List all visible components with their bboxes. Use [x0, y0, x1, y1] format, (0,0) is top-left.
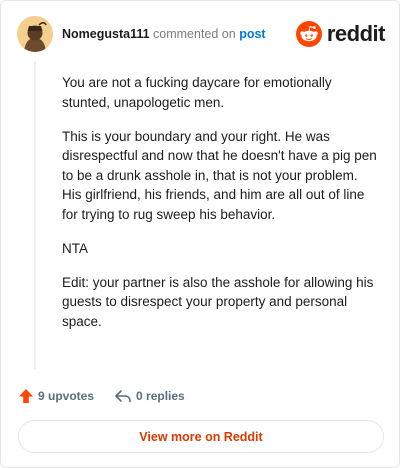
comment-paragraph: You are not a fucking daycare for emotio…	[62, 75, 332, 110]
author-line: Nomegusta111 commented on post	[62, 27, 266, 41]
avatar[interactable]	[17, 16, 53, 52]
thread-line	[34, 61, 36, 369]
comment-embed-card: Nomegusta111 commented on post reddit Yo…	[0, 0, 400, 468]
comment-paragraph: Edit: your partner is also the asshole f…	[62, 274, 374, 329]
reddit-wordmark: reddit	[326, 21, 386, 46]
comment-paragraph: NTA	[62, 240, 88, 256]
reddit-snoo-icon	[295, 21, 322, 47]
comment-header: Nomegusta111 commented on post reddit	[17, 16, 386, 52]
commented-on-text: commented on	[153, 27, 236, 41]
view-more-button[interactable]: View more on Reddit	[18, 420, 384, 453]
comment-body: You are not a fucking daycare for emotio…	[62, 73, 380, 346]
upvote-button[interactable]: 9 upvotes	[18, 388, 94, 404]
reply-count: 0 replies	[136, 389, 185, 403]
comment-actions: 9 upvotes 0 replies	[18, 387, 185, 405]
comment-paragraph: This is your boundary and your right. He…	[62, 128, 377, 222]
avatar-image	[17, 16, 53, 52]
author-name[interactable]: Nomegusta111	[62, 27, 150, 41]
reply-arrow-icon	[115, 390, 131, 403]
reply-button[interactable]: 0 replies	[114, 388, 185, 404]
post-link[interactable]: post	[239, 27, 265, 41]
upvote-arrow-icon	[19, 389, 33, 403]
reddit-logo[interactable]: reddit	[295, 21, 386, 47]
upvote-count: 9 upvotes	[38, 389, 95, 403]
